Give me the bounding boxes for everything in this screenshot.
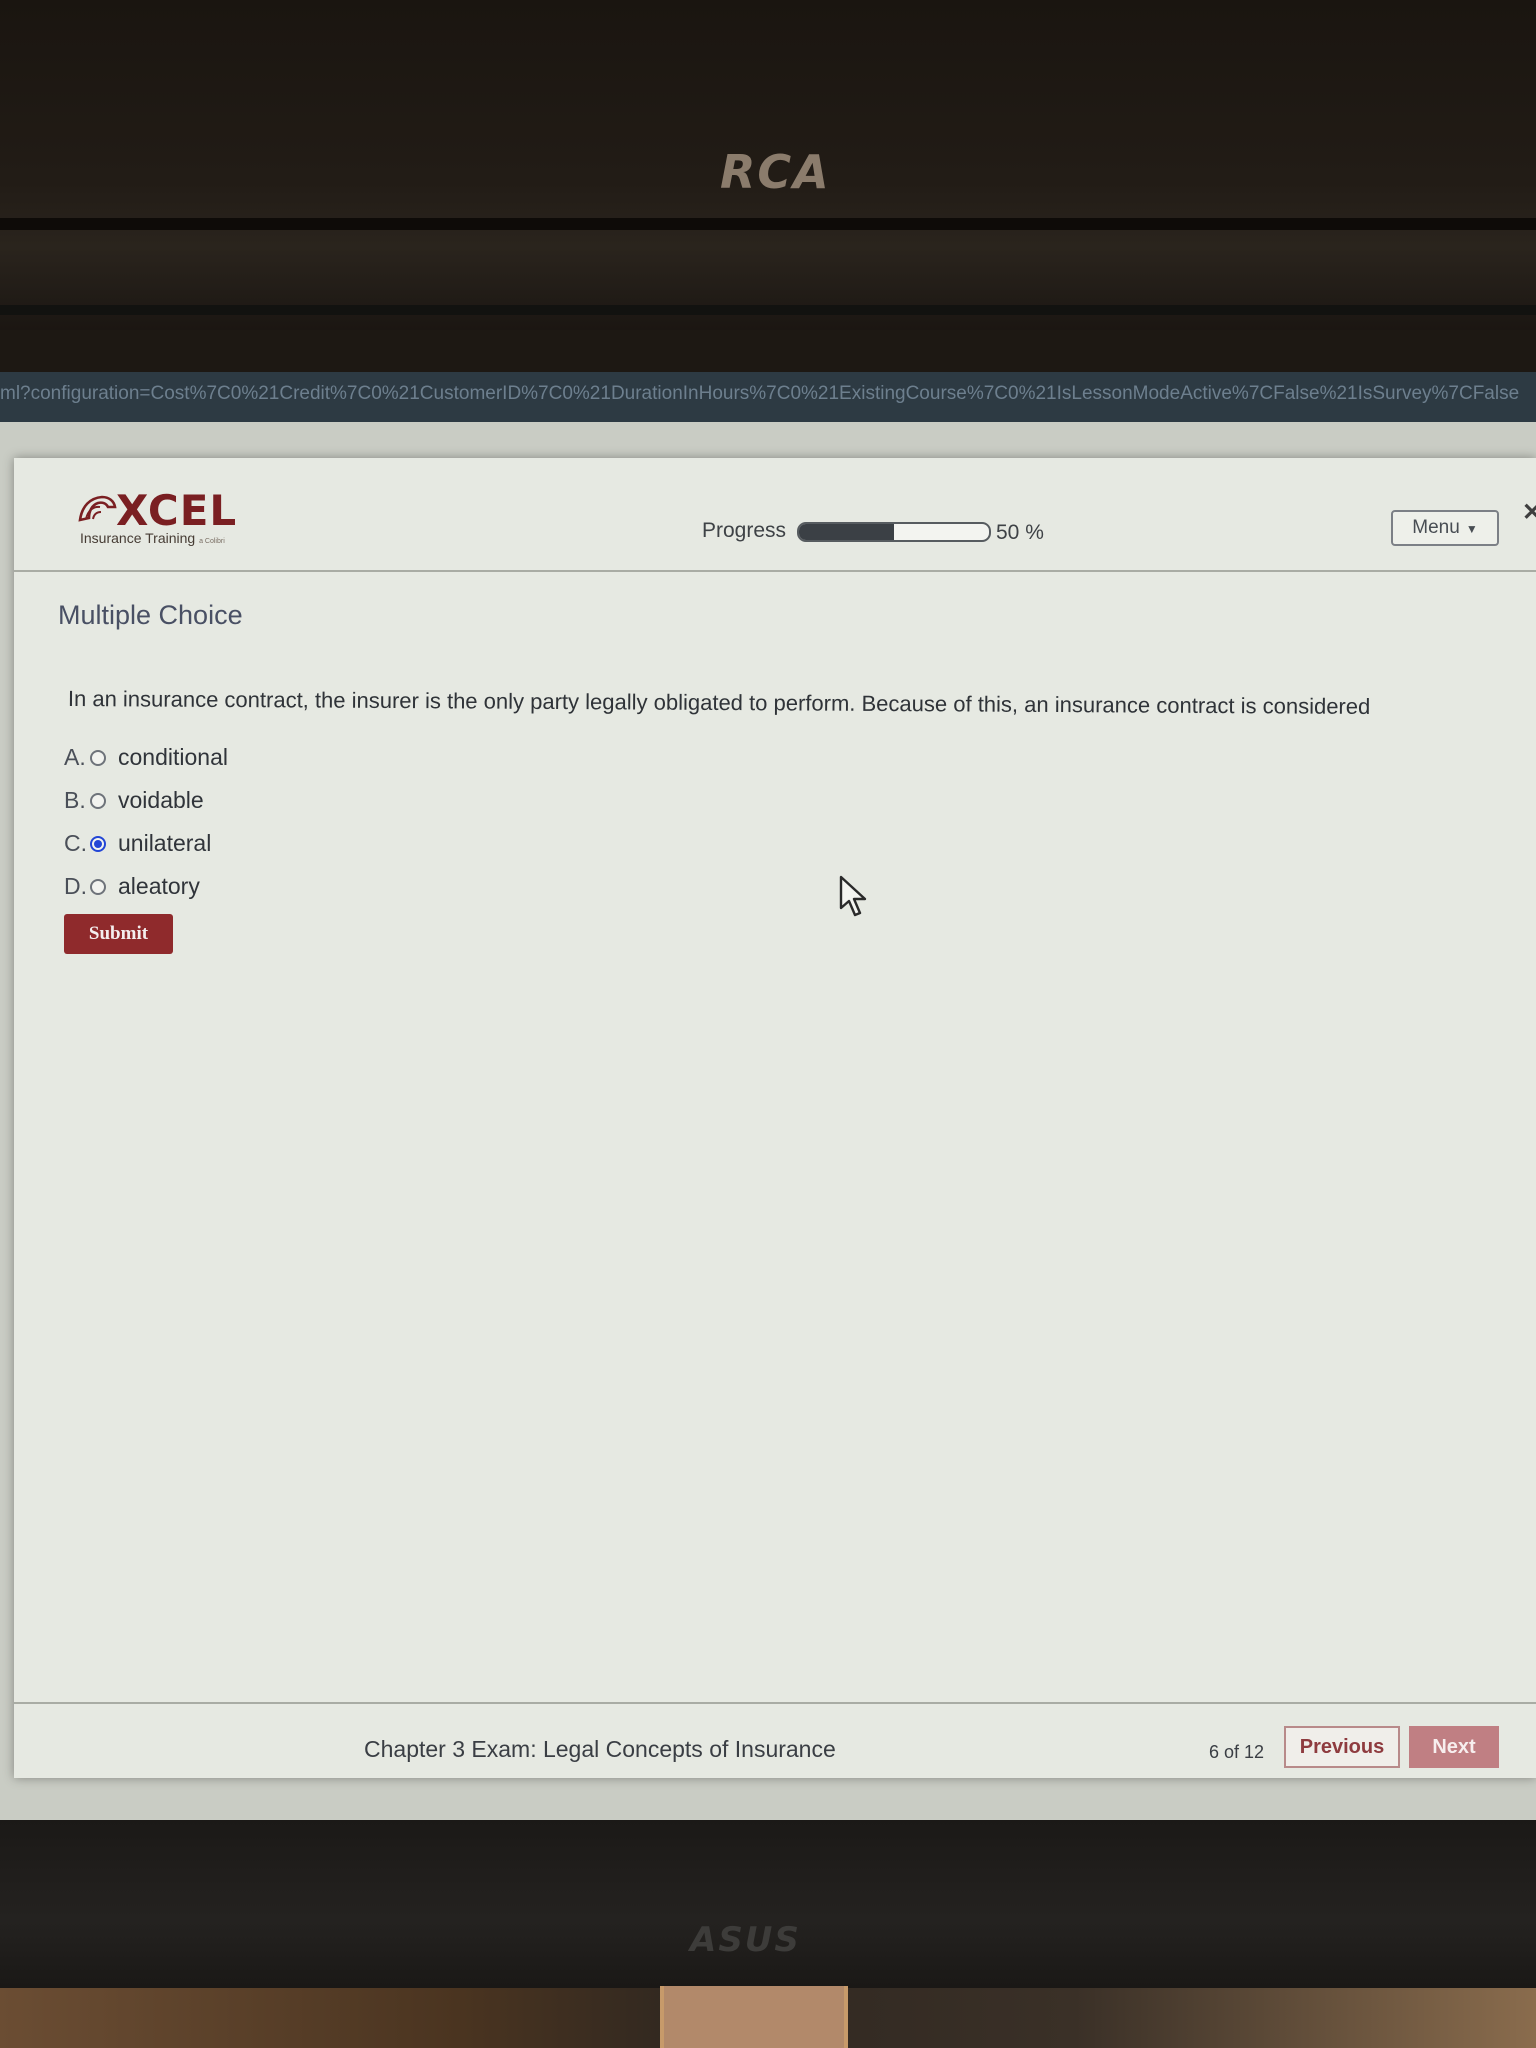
logo-tag: a Colibri: [199, 538, 225, 545]
option-d[interactable]: D. aleatory: [64, 865, 228, 908]
option-letter: C.: [64, 830, 87, 856]
option-letter: B.: [64, 787, 86, 813]
option-a[interactable]: A. conditional: [64, 736, 228, 779]
next-button[interactable]: Next: [1409, 1726, 1499, 1768]
monitor-bezel-bottom: [0, 1820, 1536, 1988]
radio-button[interactable]: [90, 749, 106, 766]
exam-header: XCEL Insurance Training a Colibri Progre…: [14, 458, 1536, 572]
browser-url-text: ml?configuration=Cost%7C0%21Credit%7C0%2…: [0, 383, 1520, 404]
radio-button[interactable]: [90, 878, 106, 895]
option-b[interactable]: B. voidable: [64, 779, 228, 822]
course-title: Chapter 3 Exam: Legal Concepts of Insura…: [364, 1736, 836, 1762]
option-label[interactable]: conditional: [118, 744, 228, 771]
menu-button[interactable]: Menu ▼: [1391, 510, 1499, 546]
exam-footer: Chapter 3 Exam: Legal Concepts of Insura…: [14, 1702, 1536, 1780]
close-icon[interactable]: ✕: [1522, 498, 1536, 527]
question-text: In an insurance contract, the insurer is…: [67, 686, 1371, 719]
submit-button[interactable]: Submit: [64, 914, 173, 954]
xcel-logo: XCEL Insurance Training a Colibri: [76, 486, 246, 548]
option-label[interactable]: aleatory: [118, 873, 200, 900]
section-title: Multiple Choice: [58, 600, 243, 630]
option-letter: A.: [64, 744, 86, 770]
logo-subtitle-text: Insurance Training: [80, 530, 196, 546]
logo-wordmark: XCEL: [116, 486, 238, 535]
exam-window: XCEL Insurance Training a Colibri Progre…: [14, 458, 1536, 1778]
bezel-seam: [0, 218, 1536, 230]
progress-bar-fill: [799, 524, 894, 540]
progress-value: 50 %: [996, 521, 1044, 544]
menu-button-label: Menu: [1412, 517, 1460, 538]
radio-button[interactable]: [90, 792, 106, 809]
page-counter: 6 of 12: [1209, 1742, 1265, 1762]
logo-subtitle: Insurance Training a Colibri: [80, 530, 225, 546]
monitor-stand: [660, 1986, 848, 2048]
radio-button-selected[interactable]: [90, 835, 106, 852]
option-label[interactable]: unilateral: [118, 830, 211, 857]
progress-label: Progress: [702, 519, 787, 542]
mouse-pointer-icon: [839, 875, 867, 917]
monitor-brand-top: RCA: [720, 145, 831, 199]
bezel-seam-lower: [0, 305, 1536, 315]
progress-bar: [797, 522, 991, 542]
previous-button[interactable]: Previous: [1284, 1726, 1400, 1768]
caret-down-icon: ▼: [1465, 522, 1478, 536]
option-label[interactable]: voidable: [118, 787, 204, 814]
option-c[interactable]: C. unilateral: [64, 822, 228, 865]
monitor-brand-bottom: ASUS: [690, 1920, 801, 1960]
lion-logo-icon: [78, 495, 117, 522]
answer-options: A. conditional B. voidable C. unilateral…: [64, 736, 228, 908]
option-letter: D.: [64, 873, 87, 899]
